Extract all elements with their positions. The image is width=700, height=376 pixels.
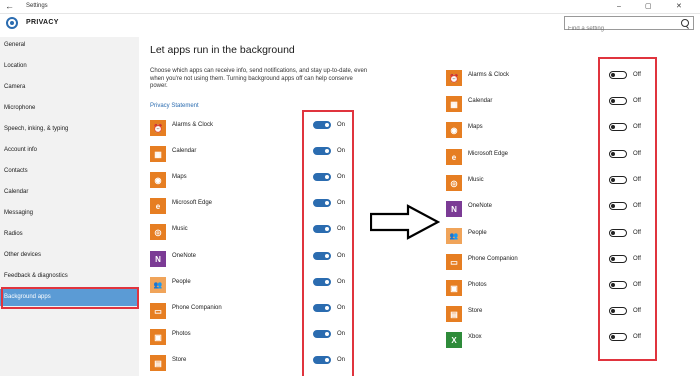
app-name: Store	[172, 357, 187, 363]
phone-icon: ▭	[446, 254, 462, 270]
back-arrow-icon[interactable]: ←	[5, 0, 14, 13]
highlight-box-left-toggles	[302, 110, 354, 376]
app-name: Calendar	[468, 98, 493, 104]
app-name: Maps	[468, 124, 483, 130]
app-name: People	[172, 279, 191, 285]
page-title: Let apps run in the background	[150, 44, 295, 56]
edge-icon: e	[446, 149, 462, 165]
app-name: Phone Companion	[172, 305, 222, 311]
right-arrow-icon	[370, 204, 440, 240]
app-name: Photos	[468, 282, 487, 288]
sidebar-item-camera[interactable]: Camera	[0, 79, 139, 96]
privacy-statement-link[interactable]: Privacy Statement	[150, 103, 199, 109]
calendar-icon: ▦	[150, 146, 166, 162]
sidebar-item-speech[interactable]: Speech, inking, & typing	[0, 121, 139, 138]
gear-icon	[6, 17, 18, 29]
app-name: Alarms & Clock	[468, 72, 510, 78]
sidebar-item-location[interactable]: Location	[0, 58, 139, 75]
store-icon: ▤	[446, 306, 462, 322]
camera-icon: ◉	[446, 122, 462, 138]
highlight-box-sidebar	[1, 287, 139, 309]
section-title: PRIVACY	[26, 19, 59, 26]
app-name: Store	[468, 308, 483, 314]
minimize-button[interactable]: –	[617, 0, 621, 13]
photos-icon: ▣	[446, 280, 462, 296]
app-name: Xbox	[468, 334, 482, 340]
app-name: Phone Companion	[468, 256, 518, 262]
sidebar-item-account-info[interactable]: Account info	[0, 142, 139, 159]
app-name: Music	[468, 177, 484, 183]
app-name: Alarms & Clock	[172, 122, 214, 128]
sidebar: General Location Camera Microphone Speec…	[0, 37, 139, 376]
highlight-box-right-toggles	[598, 57, 657, 361]
phone-icon: ▭	[150, 303, 166, 319]
app-name: OneNote	[468, 203, 493, 209]
page-description: Choose which apps can receive info, send…	[150, 68, 368, 90]
music-icon: ◎	[150, 224, 166, 240]
search-icon[interactable]	[681, 19, 689, 27]
sidebar-item-radios[interactable]: Radios	[0, 226, 139, 243]
close-button[interactable]: ✕	[676, 0, 682, 13]
photos-icon: ▣	[150, 329, 166, 345]
sidebar-item-messaging[interactable]: Messaging	[0, 205, 139, 222]
search-input[interactable]	[565, 23, 673, 35]
title-bar: ← Settings – ▢ ✕	[0, 0, 700, 14]
sidebar-item-microphone[interactable]: Microphone	[0, 100, 139, 117]
app-name: Photos	[172, 331, 191, 337]
app-name: Maps	[172, 174, 187, 180]
camera-icon: ◉	[150, 172, 166, 188]
onenote-icon: N	[150, 251, 166, 267]
people-icon: 👥	[446, 228, 462, 244]
alarm-clock-icon: ⏰	[150, 120, 166, 136]
music-icon: ◎	[446, 175, 462, 191]
sidebar-item-other-devices[interactable]: Other devices	[0, 247, 139, 264]
maximize-button[interactable]: ▢	[645, 0, 652, 13]
edge-icon: e	[150, 198, 166, 214]
sidebar-item-calendar[interactable]: Calendar	[0, 184, 139, 201]
app-name: Microsoft Edge	[468, 151, 509, 157]
app-name: OneNote	[172, 253, 197, 259]
app-name: Music	[172, 226, 188, 232]
sidebar-item-feedback[interactable]: Feedback & diagnostics	[0, 268, 139, 285]
app-name: People	[468, 230, 487, 236]
store-icon: ▤	[150, 355, 166, 371]
alarm-clock-icon: ⏰	[446, 70, 462, 86]
sidebar-item-general[interactable]: General	[0, 37, 139, 54]
app-name: Calendar	[172, 148, 197, 154]
search-box[interactable]	[564, 16, 694, 35]
xbox-icon: X	[446, 332, 462, 348]
calendar-icon: ▦	[446, 96, 462, 112]
onenote-icon: N	[446, 201, 462, 217]
window-title: Settings	[26, 3, 48, 9]
app-name: Microsoft Edge	[172, 200, 213, 206]
sidebar-item-contacts[interactable]: Contacts	[0, 163, 139, 180]
people-icon: 👥	[150, 277, 166, 293]
